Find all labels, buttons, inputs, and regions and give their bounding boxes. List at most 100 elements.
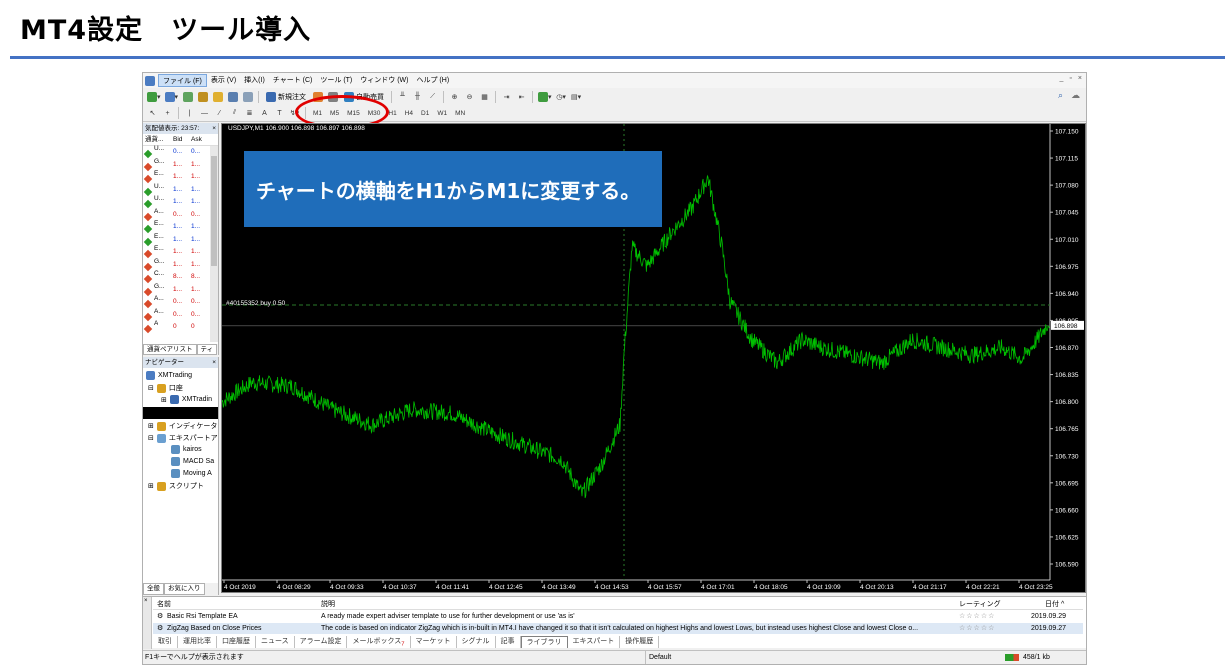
price-chart[interactable]: 107.150 107.115 107.080 107.045 107.010 106.9… xyxy=(221,123,1086,593)
symbol-text: G... xyxy=(154,257,165,265)
table-row[interactable]: ⚙ ZigZag Based on Close Prices The code … xyxy=(153,623,1083,634)
terminal-tab[interactable]: シグナル xyxy=(457,636,496,648)
row-name: ZigZag Based on Close Prices xyxy=(167,625,262,632)
profiles-icon[interactable]: ▾ xyxy=(164,90,180,103)
price-tick-label: 106.625 xyxy=(1055,534,1079,541)
search-icon[interactable]: ⌕ xyxy=(1058,90,1063,101)
column-name[interactable]: 名前 xyxy=(157,599,171,609)
column-date[interactable]: 日付 ^ xyxy=(1045,599,1064,609)
timeframe-d1[interactable]: D1 xyxy=(418,107,432,120)
terminal-tab[interactable]: マーケット xyxy=(411,636,457,648)
terminal-tab[interactable]: 記事 xyxy=(496,636,521,648)
menu-view[interactable]: 表示 (V) xyxy=(207,74,240,87)
price-tick-label: 107.010 xyxy=(1055,237,1079,244)
nav-root[interactable]: XMTrading xyxy=(146,371,192,380)
close-icon[interactable]: × xyxy=(212,123,216,134)
expand-icon[interactable]: ⊞ xyxy=(148,422,154,430)
market-watch-icon[interactable] xyxy=(181,90,194,103)
expand-icon[interactable]: ⊞ xyxy=(148,482,154,490)
nav-experts[interactable]: ⊟ エキスパートアド xyxy=(148,433,218,443)
periods-icon[interactable]: ◷▾ xyxy=(555,90,568,103)
nav-account-item[interactable]: ⊞ XMTradin xyxy=(161,395,212,404)
column-ask[interactable]: Ask xyxy=(191,134,209,145)
terminal-tab[interactable]: メールボックス7 xyxy=(347,636,411,648)
navigator-icon[interactable] xyxy=(211,90,224,103)
terminal-tab[interactable]: ライブラリ xyxy=(520,636,568,648)
terminal-tab[interactable]: 取引 xyxy=(153,636,178,648)
timeframe-mn[interactable]: MN xyxy=(452,107,468,120)
market-watch-scrollbar[interactable] xyxy=(210,146,218,342)
table-row[interactable]: ⚙ Basic Rsi Template EA A ready made exp… xyxy=(153,611,1083,622)
collapse-icon[interactable]: ⊟ xyxy=(148,434,154,442)
label-icon[interactable]: T xyxy=(273,107,286,120)
column-rating[interactable]: レーティング xyxy=(959,599,1001,609)
fibonacci-icon[interactable]: ≣ xyxy=(243,107,256,120)
templates-icon[interactable]: ▤▾ xyxy=(570,90,583,103)
close-icon[interactable]: × xyxy=(212,357,216,368)
menu-chart[interactable]: チャート (C) xyxy=(269,74,317,87)
menu-tools[interactable]: ツール (T) xyxy=(316,74,356,87)
tab-favorites[interactable]: お気に入り xyxy=(164,583,205,595)
tile-windows-icon[interactable]: ▦ xyxy=(478,90,491,103)
terminal-tab[interactable]: アラーム設定 xyxy=(295,636,348,648)
bid-cell: 1... xyxy=(173,160,183,168)
list-item[interactable]: A 0 0 xyxy=(143,320,218,334)
tab-tick[interactable]: ティ xyxy=(196,344,218,355)
collapse-icon[interactable]: ⊟ xyxy=(148,384,154,392)
vertical-line-icon[interactable]: | xyxy=(183,107,196,120)
horizontal-line-icon[interactable]: — xyxy=(198,107,211,120)
auto-scroll-icon[interactable]: ⇥ xyxy=(500,90,513,103)
bid-cell: 0... xyxy=(173,210,183,218)
data-window-icon[interactable] xyxy=(196,90,209,103)
timeframe-w1[interactable]: W1 xyxy=(434,107,450,120)
indicators-icon[interactable]: ▾ xyxy=(537,90,553,103)
expand-icon[interactable]: ⊞ xyxy=(161,396,167,404)
tester-icon[interactable] xyxy=(241,90,254,103)
terminal-tab[interactable]: ニュース xyxy=(256,636,295,648)
terminal-tab[interactable]: エキスパート xyxy=(568,636,621,648)
cursor-icon[interactable]: ↖ xyxy=(146,107,159,120)
chart-shift-icon[interactable]: ⇤ xyxy=(515,90,528,103)
menu-insert[interactable]: 挿入(I) xyxy=(240,74,269,87)
nav-indicators[interactable]: ⊞ インディケータ xyxy=(148,421,217,431)
nav-ea-item[interactable]: kairos xyxy=(171,445,202,454)
nav-ea-item[interactable]: Moving A xyxy=(171,469,212,478)
crosshair-icon[interactable]: + xyxy=(161,107,174,120)
column-description[interactable]: 説明 xyxy=(321,599,335,609)
new-order-button[interactable]: 新規注文 xyxy=(263,91,309,102)
chat-icon[interactable]: ☁ xyxy=(1071,90,1080,101)
restore-icon[interactable]: ▫ xyxy=(1069,75,1071,82)
trendline-icon[interactable]: ⁄ xyxy=(213,107,226,120)
candlestick-icon[interactable]: ╫ xyxy=(411,90,424,103)
column-bid[interactable]: Bid xyxy=(173,134,191,145)
text-icon[interactable]: A xyxy=(258,107,271,120)
zoom-in-icon[interactable]: ⊕ xyxy=(448,90,461,103)
minimize-icon[interactable]: _ xyxy=(1060,75,1064,82)
close-icon[interactable]: × xyxy=(144,598,148,604)
line-chart-icon[interactable]: ⟋ xyxy=(426,90,439,103)
channel-icon[interactable]: ⫽ xyxy=(228,107,241,120)
nav-scripts[interactable]: ⊞ スクリプト xyxy=(148,481,204,491)
menu-file[interactable]: ファイル (F) xyxy=(158,74,207,87)
nav-accounts[interactable]: ⊟ 口座 xyxy=(148,383,183,393)
bar-chart-icon[interactable]: ╨ xyxy=(396,90,409,103)
ask-cell: 1... xyxy=(191,223,201,230)
price-tick-label: 106.590 xyxy=(1055,562,1079,569)
zoom-out-icon[interactable]: ⊖ xyxy=(463,90,476,103)
tab-common[interactable]: 全般 xyxy=(143,583,164,595)
menu-help[interactable]: ヘルプ (H) xyxy=(412,74,453,87)
terminal-tab[interactable]: 運用比率 xyxy=(178,636,217,648)
terminal-icon[interactable] xyxy=(226,90,239,103)
terminal-header: 名前 説明 レーティング 日付 ^ xyxy=(153,599,1083,610)
new-chart-icon[interactable]: ▾ xyxy=(146,90,162,103)
timeframe-h4[interactable]: H4 xyxy=(402,107,416,120)
nav-ea-label: kairos xyxy=(183,446,202,453)
nav-ea-item[interactable]: MACD Sa xyxy=(171,457,214,466)
terminal-tab[interactable]: 口座履歴 xyxy=(217,636,256,648)
close-icon[interactable]: × xyxy=(1078,75,1082,82)
scroll-thumb[interactable] xyxy=(211,156,217,266)
tab-symbols[interactable]: 通貨ペアリスト xyxy=(143,344,197,355)
price-tick-label: 106.800 xyxy=(1055,399,1079,406)
menu-window[interactable]: ウィンドウ (W) xyxy=(356,74,412,87)
terminal-tab[interactable]: 操作履歴 xyxy=(620,636,660,648)
